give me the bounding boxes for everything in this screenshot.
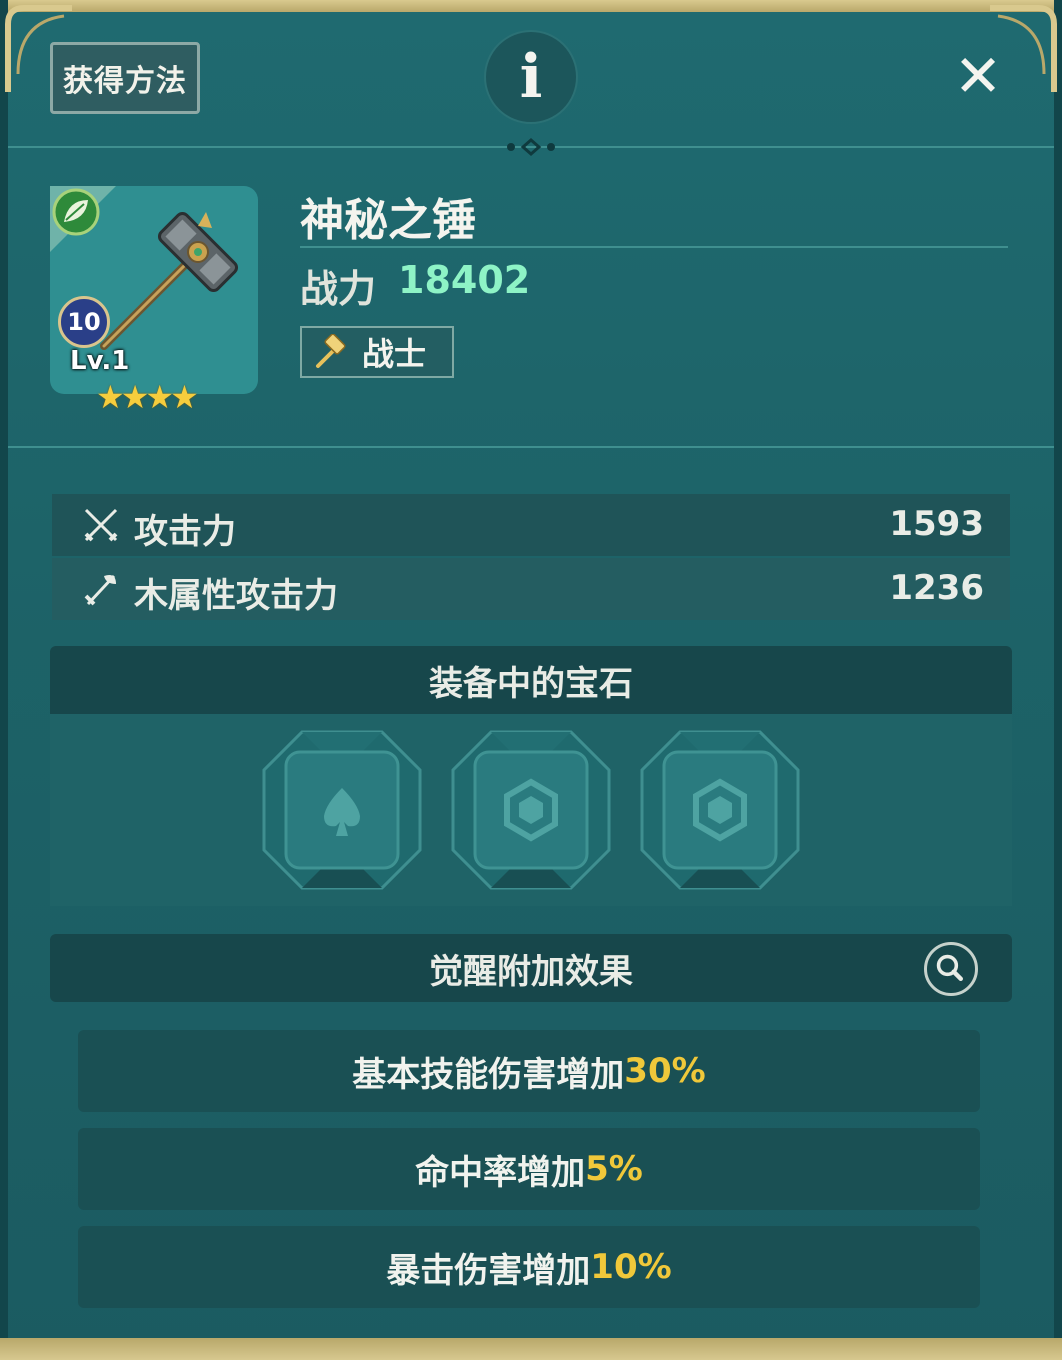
class-tag: 战士 [300,326,454,378]
stat-value: 1236 [889,568,984,608]
stat-row: 木属性攻击力 1236 [52,558,1010,620]
awakening-section-title: 觉醒附加效果 [50,934,1012,1002]
effect-number: 10% [590,1247,672,1287]
frame-bottom [0,1338,1062,1360]
effect-text: 命中率增加 [415,1152,586,1193]
stat-label: 攻击力 [134,512,236,552]
frame-top [0,0,1062,12]
acquire-method-button[interactable]: 获得方法 [50,42,200,114]
stat-label: 木属性攻击力 [134,576,338,616]
gem-section-title: 装备中的宝石 [50,646,1012,714]
item-level: Lv.1 [70,346,130,376]
name-divider [300,246,1008,248]
stat-value: 1593 [889,504,984,544]
hammer-icon [100,211,239,350]
warrior-hammer-icon [316,334,346,368]
gem-slot[interactable] [640,730,800,890]
effect-number: 5% [585,1149,643,1189]
effect-text: 基本技能伤害增加 [352,1054,625,1095]
effect-number: 30% [624,1051,706,1091]
section-divider [8,446,1054,448]
gem-slot[interactable] [262,730,422,890]
close-button[interactable]: ✕ [948,46,1008,106]
gem-slot[interactable] [451,730,611,890]
class-label: 战士 [362,335,427,373]
info-icon[interactable]: i [484,30,578,124]
item-name: 神秘之锤 [300,195,476,246]
star-rating: ★★★★ [96,378,199,416]
awakening-effect-row: 命中率增加 5% [78,1128,980,1210]
search-icon[interactable] [924,942,978,996]
frame-right [1054,0,1062,1360]
divider-ornament-icon [507,138,555,156]
awakening-effect-row: 基本技能伤害增加 30% [78,1030,980,1112]
crossed-swords-icon [84,508,118,542]
item-detail-panel: 获得方法 i ✕ 10 Lv.1 ★★★★ 神秘之锤 战力 18402 战士 攻… [0,0,1062,1360]
frame-left [0,0,8,1360]
wood-sword-icon [84,574,116,606]
effect-text: 暴击伤害增加 [386,1250,591,1291]
power-label: 战力 [300,267,377,311]
enhance-level-badge: 10 [58,296,110,348]
power-value: 18402 [398,258,531,302]
awakening-effect-row: 暴击伤害增加 10% [78,1226,980,1308]
stat-row: 攻击力 1593 [52,494,1010,556]
